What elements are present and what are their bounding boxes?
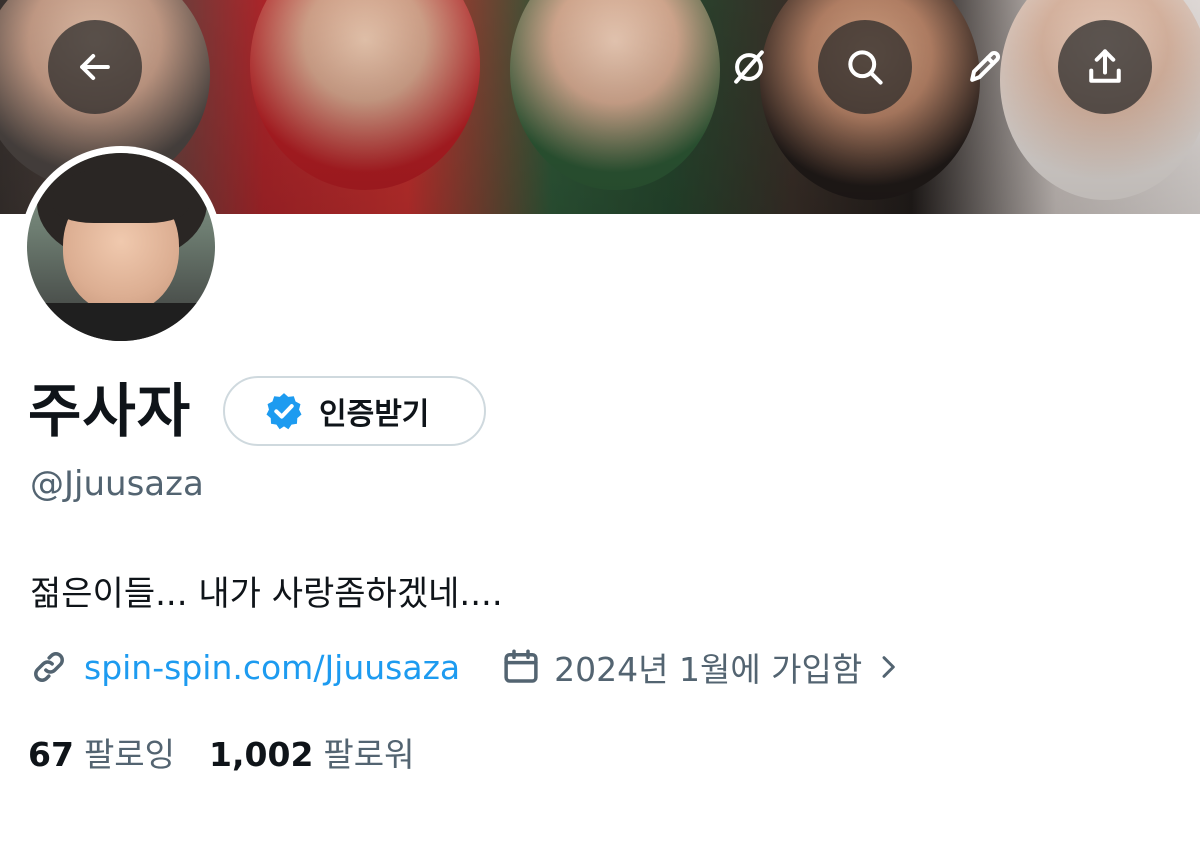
profile-meta: spin-spin.com/Jjuusaza 2024년 1월에 가입함: [28, 642, 904, 692]
search-button[interactable]: [818, 20, 912, 114]
share-icon: [1089, 49, 1121, 83]
profile-bio: 젊은이들... 내가 사랑좀하겠네....: [30, 574, 503, 614]
calendar-icon: [504, 649, 538, 683]
avatar[interactable]: [20, 146, 222, 348]
edit-button[interactable]: [938, 20, 1032, 114]
avatar-fringe: [53, 167, 189, 223]
no-translate-icon: [734, 50, 764, 84]
following-count[interactable]: 67: [28, 735, 74, 774]
joined-date: 2024년 1월에 가입함: [554, 650, 863, 689]
get-verified-button[interactable]: 인증받기: [223, 376, 486, 446]
following-label[interactable]: 팔로잉: [84, 728, 175, 776]
share-button[interactable]: [1058, 20, 1152, 114]
chevron-right-icon[interactable]: [872, 651, 904, 683]
profile-website-link[interactable]: spin-spin.com/Jjuusaza: [84, 648, 460, 687]
profile-handle: @Jjuusaza: [30, 464, 204, 504]
pencil-icon: [970, 51, 1001, 82]
get-verified-label: 인증받기: [319, 397, 430, 432]
link-icon: [34, 652, 64, 682]
verified-badge-icon: [266, 393, 302, 430]
followers-label[interactable]: 팔로워: [323, 728, 414, 776]
search-icon: [848, 50, 883, 85]
avatar-shirt: [27, 303, 215, 341]
follow-stats: 67 팔로잉 1,002 팔로워: [28, 728, 415, 776]
followers-count[interactable]: 1,002: [209, 735, 313, 774]
back-button[interactable]: [48, 20, 142, 114]
translate-button[interactable]: [702, 20, 796, 114]
avatar-photo: [27, 153, 215, 341]
arrow-left-icon: [80, 53, 110, 81]
profile-name: 주사자: [28, 377, 192, 445]
